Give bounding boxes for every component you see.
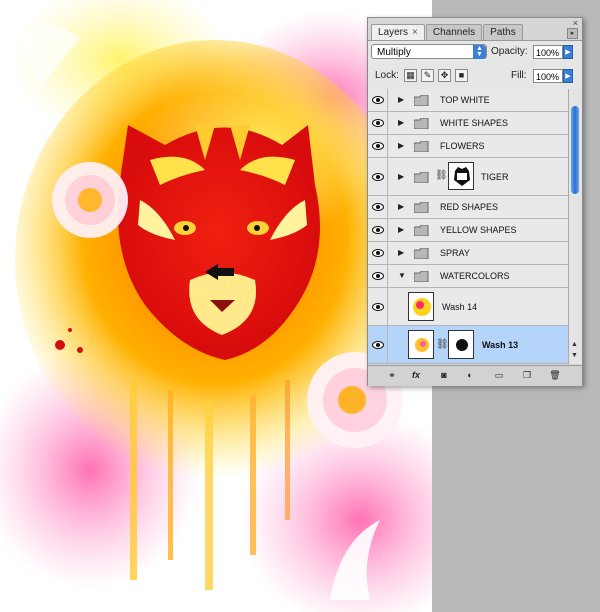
expand-triangle-icon[interactable]: ▶ — [398, 141, 404, 150]
layer-name: SPRAY — [440, 248, 470, 258]
expand-triangle-icon[interactable]: ▶ — [398, 118, 404, 127]
updown-arrow-icon: ▲ ▼ — [473, 45, 486, 59]
layer-name: TIGER — [481, 172, 509, 182]
eye-icon[interactable] — [369, 112, 388, 134]
folder-icon — [414, 95, 429, 106]
opacity-slider-arrow-icon[interactable]: ▶ — [563, 45, 573, 59]
fill-slider-arrow-icon[interactable]: ▶ — [563, 69, 573, 83]
scroll-up-icon[interactable]: ▲ — [571, 341, 578, 348]
lock-position-icon[interactable]: ✥ — [438, 69, 451, 82]
layer-name: RED SHAPES — [440, 202, 499, 212]
blend-mode-value: Multiply — [377, 47, 411, 58]
layer-mask-thumbnail[interactable] — [448, 330, 474, 359]
eye-icon[interactable] — [369, 326, 388, 363]
eye-icon[interactable] — [369, 265, 388, 287]
layer-style-fx-icon[interactable]: fx — [409, 369, 423, 382]
scroll-down-icon[interactable]: ▼ — [571, 352, 578, 359]
tab-channels-label: Channels — [432, 27, 476, 38]
chain-link-icon[interactable]: ⛓ — [435, 170, 448, 181]
eye-icon[interactable] — [369, 196, 388, 218]
expand-triangle-icon[interactable]: ▶ — [398, 202, 404, 211]
layers-panel: × Layers × Channels Paths ▸ Multiply ▲ ▼ O… — [367, 17, 583, 386]
eye-icon[interactable] — [369, 89, 388, 111]
expand-triangle-icon[interactable]: ▶ — [398, 248, 404, 257]
eye-icon[interactable] — [369, 135, 388, 157]
layer-name: Wash 13 — [482, 340, 519, 350]
eye-icon[interactable] — [369, 242, 388, 264]
expand-triangle-icon[interactable]: ▶ — [398, 95, 404, 104]
layer-thumbnail[interactable] — [408, 292, 434, 321]
tab-close-icon[interactable]: × — [412, 27, 418, 38]
lock-all-icon[interactable]: ■ — [455, 69, 468, 82]
layer-mask-thumbnail[interactable] — [448, 162, 474, 190]
trash-icon[interactable]: 🗑 — [548, 369, 562, 382]
tab-paths[interactable]: Paths — [483, 24, 523, 40]
panel-menu-icon[interactable]: ▸ — [567, 28, 578, 39]
layer-row-tiger[interactable]: ▶ ⛓ TIGER — [368, 158, 568, 196]
layer-row-watercolors[interactable]: ▼ WATERCOLORS — [368, 265, 568, 288]
opacity-input[interactable]: 100% — [533, 45, 563, 59]
tab-paths-label: Paths — [490, 27, 516, 38]
folder-icon — [414, 141, 429, 152]
lock-label: Lock: — [375, 70, 399, 81]
layer-row-wash-13[interactable]: ⛓ Wash 13 — [368, 326, 568, 364]
link-layers-icon[interactable]: ⚭ — [385, 369, 399, 382]
new-layer-icon[interactable]: ❐ — [520, 369, 534, 382]
layer-name: Wash 14 — [442, 302, 478, 312]
folder-icon — [414, 172, 429, 183]
panel-tabs: Layers × Channels Paths — [371, 24, 524, 40]
panel-footer: ⚭ fx ◙ ◐ ▭ ❐ 🗑 — [368, 365, 582, 386]
chain-link-icon[interactable]: ⛓ — [436, 339, 449, 350]
folder-icon — [414, 248, 429, 259]
layer-row-flowers[interactable]: ▶ FLOWERS — [368, 135, 568, 158]
folder-icon — [414, 271, 429, 282]
lock-image-pixels-icon[interactable]: ✎ — [421, 69, 434, 82]
folder-icon — [414, 118, 429, 129]
eye-icon[interactable] — [369, 219, 388, 241]
expand-triangle-icon[interactable]: ▶ — [398, 225, 404, 234]
layer-name: WATERCOLORS — [440, 271, 510, 281]
collapse-triangle-icon[interactable]: ▼ — [398, 271, 406, 280]
layers-list: ▶ TOP WHITE ▶ WHITE SHAPES ▶ FLOWERS ▶ ⛓ — [368, 89, 568, 364]
layer-row-yellow-shapes[interactable]: ▶ YELLOW SHAPES — [368, 219, 568, 242]
eye-icon[interactable] — [369, 158, 388, 195]
expand-triangle-icon[interactable]: ▶ — [398, 172, 404, 181]
add-mask-icon[interactable]: ◙ — [437, 369, 451, 382]
scrollbar-thumb[interactable] — [571, 106, 579, 194]
layers-scrollbar[interactable]: ▲ ▼ — [568, 89, 582, 364]
folder-icon — [414, 225, 429, 236]
new-group-icon[interactable]: ▭ — [492, 369, 506, 382]
layer-row-top-white[interactable]: ▶ TOP WHITE — [368, 89, 568, 112]
layer-row-spray[interactable]: ▶ SPRAY — [368, 242, 568, 265]
layer-row-white-shapes[interactable]: ▶ WHITE SHAPES — [368, 112, 568, 135]
layer-name: YELLOW SHAPES — [440, 225, 517, 235]
blend-mode-select[interactable]: Multiply ▲ ▼ — [371, 44, 487, 59]
folder-icon — [414, 202, 429, 213]
layer-name: TOP WHITE — [440, 95, 490, 105]
tab-layers-label: Layers — [378, 27, 409, 38]
fill-input[interactable]: 100% — [533, 69, 563, 83]
lock-transparent-pixels-icon[interactable]: ▦ — [404, 69, 417, 82]
fill-label: Fill: — [511, 70, 527, 81]
layer-name: WHITE SHAPES — [440, 118, 509, 128]
tab-layers[interactable]: Layers × — [371, 24, 425, 40]
adjustment-layer-icon[interactable]: ◐ — [463, 369, 477, 382]
layer-thumbnail[interactable] — [408, 330, 434, 359]
layer-row-wash-14[interactable]: Wash 14 — [368, 288, 568, 326]
eye-icon[interactable] — [369, 288, 388, 325]
layer-row-red-shapes[interactable]: ▶ RED SHAPES — [368, 196, 568, 219]
panel-close-icon[interactable]: × — [573, 18, 578, 28]
layer-name: FLOWERS — [440, 141, 485, 151]
layer-options: Multiply ▲ ▼ Opacity: 100% ▶ Lock: ▦ ✎ ✥ … — [368, 40, 582, 90]
opacity-label: Opacity: — [491, 46, 528, 57]
tab-channels[interactable]: Channels — [425, 24, 483, 40]
